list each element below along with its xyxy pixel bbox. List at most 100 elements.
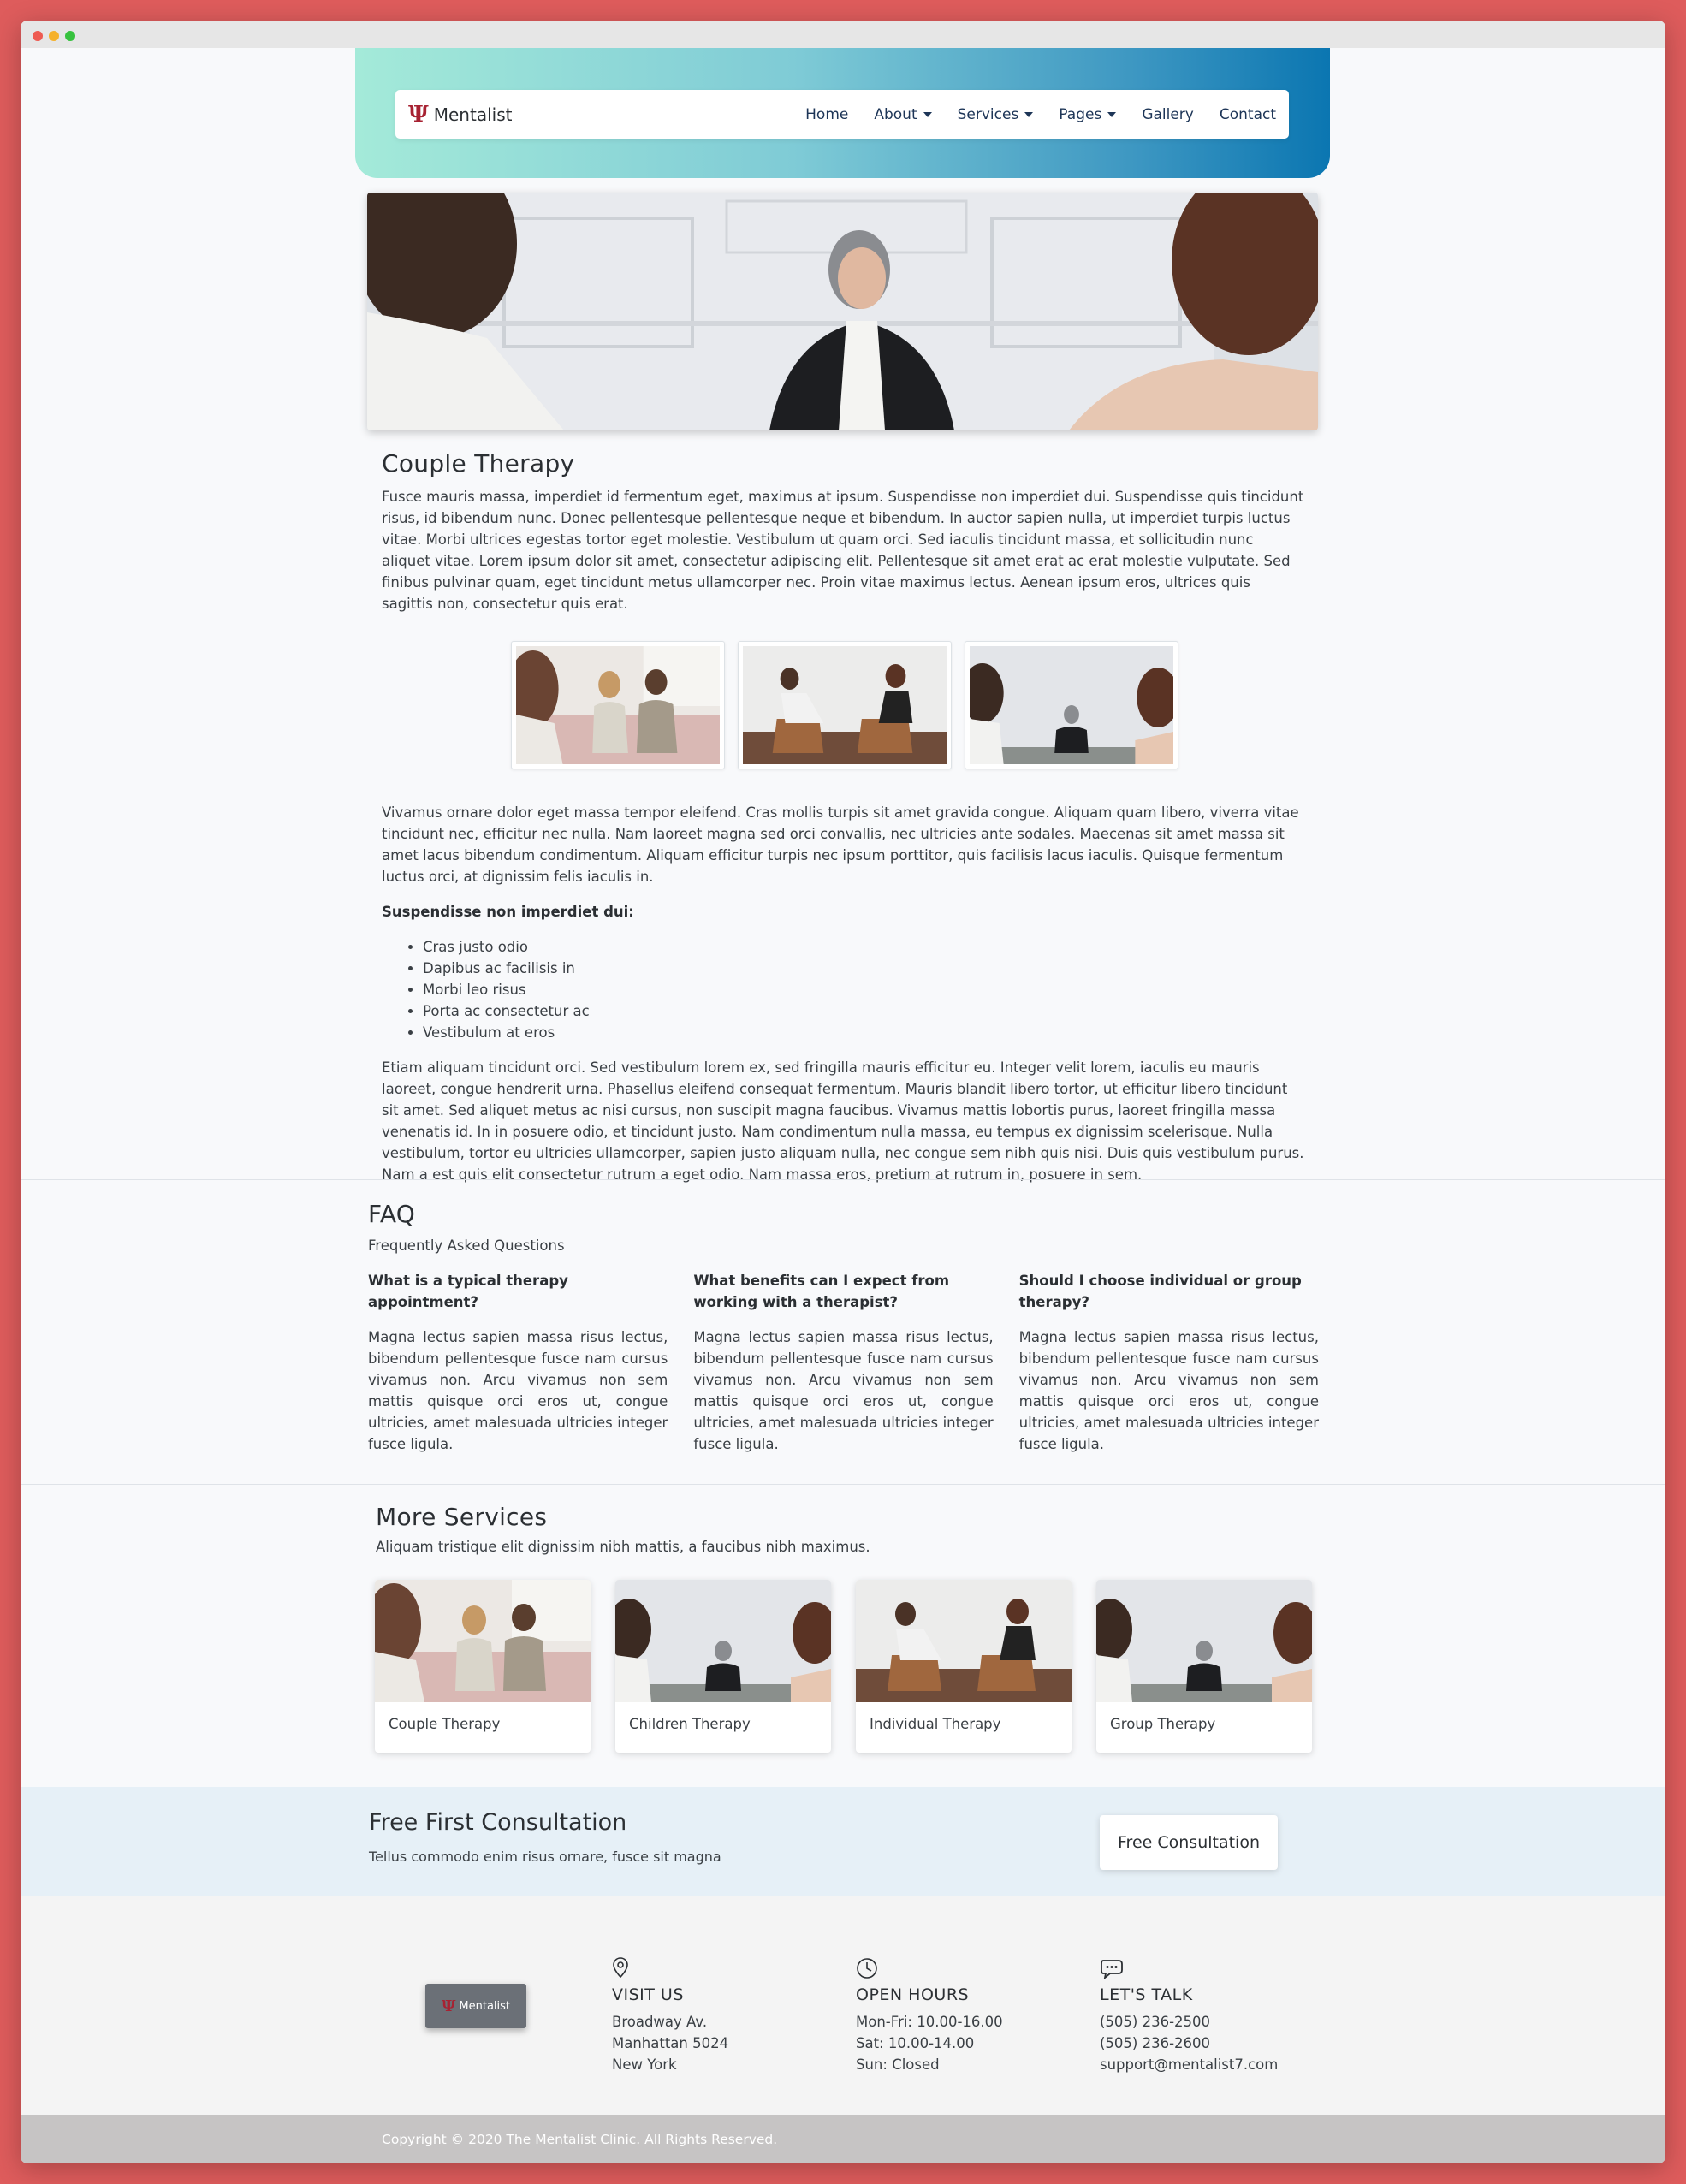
faq-item: Should I choose individual or group ther…	[1019, 1270, 1319, 1455]
faq-answer: Magna lectus sapien massa risus lectus, …	[693, 1329, 994, 1452]
gallery-thumbnail[interactable]	[965, 641, 1178, 769]
section-divider	[21, 1484, 1665, 1485]
copyright-bar: Copyright © 2020 The Mentalist Clinic. A…	[21, 2115, 1665, 2163]
footer-phone-link[interactable]: (505) 236-2500	[1100, 2011, 1278, 2033]
faq-subtitle: Frequently Asked Questions	[368, 1237, 565, 1254]
list-item: Cras justo odio	[423, 936, 1306, 958]
footer-logo-text: Mentalist	[459, 1999, 511, 2013]
nav-item-pages[interactable]: Pages	[1059, 105, 1117, 123]
faq-question: Should I choose individual or group ther…	[1018, 1273, 1302, 1310]
caret-down-icon	[1024, 111, 1034, 117]
faq-answer: Magna lectus sapien massa risus lectus, …	[1018, 1329, 1319, 1452]
service-card-label: Individual Therapy	[870, 1716, 1001, 1732]
copyright-text: Copyright © 2020 The Mentalist Clinic. A…	[382, 2131, 778, 2147]
hero-image	[367, 193, 1318, 430]
article-body: Vivamus ornare dolor eget massa tempor e…	[382, 804, 1299, 885]
footer-logo[interactable]: Ψ Mentalist	[425, 1984, 526, 2028]
list-item: Porta ac consectetur ac	[423, 1000, 1306, 1022]
list-item: Morbi leo risus	[423, 979, 1306, 1000]
faq-title: FAQ	[368, 1200, 416, 1228]
faq-answer: Magna lectus sapien massa risus lectus, …	[368, 1329, 668, 1452]
footer-talk-title: LET'S TALK	[1100, 1985, 1193, 2004]
list-item: Vestibulum at eros	[423, 1022, 1306, 1043]
services-header: More Services Aliquam tristique elit dig…	[376, 1503, 1300, 1558]
footer-visit-us: VISIT US Broadway Av. Manhattan 5024 New…	[612, 1957, 728, 2075]
nav-item-label: Pages	[1059, 105, 1102, 123]
footer-hours-line: Sat: 10.00-14.00	[856, 2035, 975, 2051]
nav-item-gallery[interactable]: Gallery	[1142, 106, 1194, 123]
consultation-banner	[21, 1787, 1665, 1896]
service-card-image	[1096, 1580, 1312, 1702]
nav-item-label: Contact	[1219, 105, 1276, 123]
chat-icon	[1100, 1957, 1278, 1981]
browser-window: Ψ Mentalist Home About Services Pages Ga…	[21, 21, 1665, 2163]
nav-menu: Home About Services Pages Gallery Contac…	[805, 106, 1276, 123]
caret-down-icon	[923, 111, 932, 117]
section-divider	[21, 1179, 1665, 1180]
footer-visit-line: Broadway Av.	[612, 2014, 708, 2030]
caret-down-icon	[1107, 111, 1117, 117]
article-closing: Etiam aliquam tincidunt orci. Sed vestib…	[382, 1059, 1304, 1183]
footer-hours-line: Mon-Fri: 10.00-16.00	[856, 2014, 1003, 2030]
footer	[21, 1896, 1665, 2115]
footer-visit-title: VISIT US	[612, 1985, 684, 2004]
maximize-window-button[interactable]	[65, 31, 75, 41]
service-card-image	[856, 1580, 1072, 1702]
footer-phone-link[interactable]: (505) 236-2600	[1100, 2033, 1278, 2054]
article-intro: Fusce mauris massa, imperdiet id ferment…	[382, 489, 1304, 612]
close-window-button[interactable]	[33, 31, 43, 41]
footer-open-hours: OPEN HOURS Mon-Fri: 10.00-16.00 Sat: 10.…	[856, 1957, 1003, 2075]
navbar: Ψ Mentalist Home About Services Pages Ga…	[395, 90, 1289, 139]
nav-item-label: Home	[805, 105, 849, 123]
services-cards: Couple Therapy Children Therapy Individu…	[375, 1580, 1312, 1753]
brand-logo-link[interactable]: Ψ Mentalist	[408, 102, 512, 128]
footer-lets-talk: LET'S TALK (505) 236-2500 (505) 236-2600…	[1100, 1957, 1278, 2075]
service-card-image	[375, 1580, 591, 1702]
services-title: More Services	[376, 1503, 548, 1531]
free-consultation-button[interactable]: Free Consultation	[1100, 1815, 1278, 1870]
footer-visit-line: Manhattan 5024	[612, 2035, 729, 2051]
nav-item-about[interactable]: About	[874, 105, 932, 123]
service-card-label: Group Therapy	[1110, 1716, 1216, 1732]
nav-item-contact[interactable]: Contact	[1220, 106, 1276, 123]
service-card-group[interactable]: Group Therapy	[1096, 1580, 1312, 1753]
nav-item-label: Gallery	[1142, 105, 1194, 123]
nav-item-services[interactable]: Services	[958, 106, 1034, 123]
minimize-window-button[interactable]	[49, 31, 59, 41]
psi-logo-icon: Ψ	[408, 101, 429, 128]
nav-item-home[interactable]: Home	[805, 106, 848, 123]
clock-icon	[856, 1957, 1003, 1981]
service-card-label: Couple Therapy	[389, 1716, 501, 1732]
faq-item: What benefits can I expect from working …	[693, 1270, 993, 1455]
faq-question: What benefits can I expect from working …	[693, 1273, 950, 1310]
faq-question: What is a typical therapy appointment?	[368, 1273, 568, 1310]
gallery-thumbnails	[511, 641, 1178, 769]
faq-header: FAQ Frequently Asked Questions	[368, 1200, 1292, 1256]
map-pin-icon	[612, 1957, 728, 1981]
cta-subtitle: Tellus commodo enim risus ornare, fusce …	[369, 1849, 721, 1865]
psi-logo-icon: Ψ	[441, 1997, 456, 2015]
service-card-label: Children Therapy	[629, 1716, 751, 1732]
bullet-list: Cras justo odio Dapibus ac facilisis in …	[382, 936, 1306, 1043]
service-card-individual[interactable]: Individual Therapy	[856, 1580, 1072, 1753]
gallery-thumbnail[interactable]	[511, 641, 725, 769]
footer-hours-title: OPEN HOURS	[856, 1985, 970, 2004]
footer-hours-line: Sun: Closed	[856, 2056, 940, 2073]
article: Couple Therapy Fusce mauris massa, imper…	[382, 449, 1306, 614]
cta-title: Free First Consultation	[369, 1809, 627, 1836]
services-subtitle: Aliquam tristique elit dignissim nibh ma…	[376, 1539, 870, 1555]
service-card-image	[615, 1580, 831, 1702]
service-card-couple[interactable]: Couple Therapy	[375, 1580, 591, 1753]
window-titlebar	[21, 21, 1665, 48]
article-continued: Vivamus ornare dolor eget massa tempor e…	[382, 802, 1306, 1185]
list-item: Dapibus ac facilisis in	[423, 958, 1306, 979]
gallery-thumbnail[interactable]	[738, 641, 952, 769]
article-title: Couple Therapy	[382, 449, 575, 478]
faq-item: What is a typical therapy appointment? M…	[368, 1270, 668, 1455]
nav-item-label: About	[874, 105, 917, 123]
footer-email-link[interactable]: support@mentalist7.com	[1100, 2054, 1278, 2075]
footer-visit-line: New York	[612, 2056, 677, 2073]
service-card-children[interactable]: Children Therapy	[615, 1580, 831, 1753]
list-heading: Suspendisse non imperdiet dui:	[382, 904, 634, 920]
faq-list: What is a typical therapy appointment? M…	[368, 1270, 1319, 1455]
